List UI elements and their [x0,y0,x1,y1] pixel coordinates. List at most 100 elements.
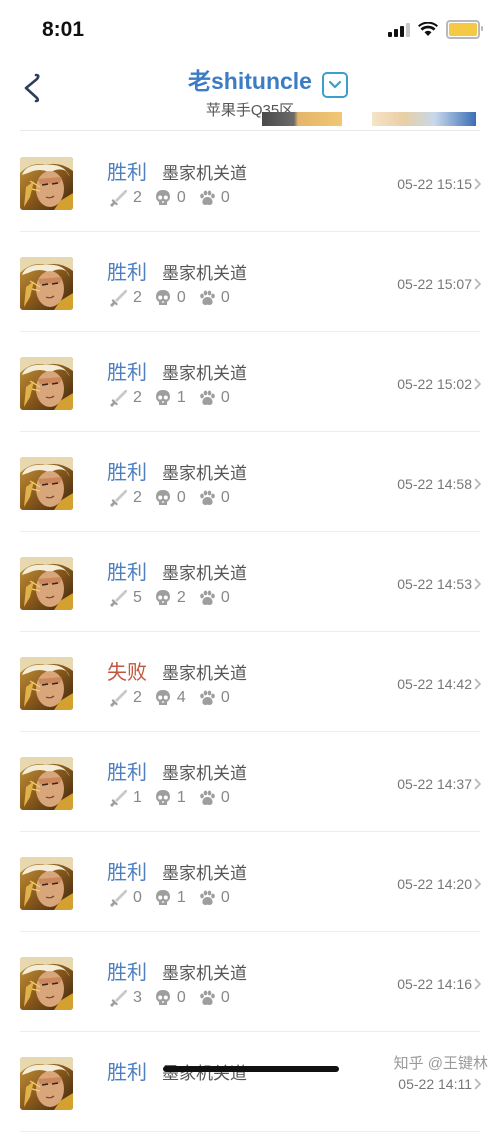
sword-icon [110,390,127,407]
scrolled-content-peek [0,112,500,130]
kda-stats: 5 2 0 [108,588,242,608]
match-row[interactable]: 胜利 墨家机关道 05-22 14:11 [0,1032,500,1132]
match-row[interactable]: 胜利 墨家机关道 2 1 0 05-22 15:02 [0,332,500,432]
match-time: 05-22 14:42 [397,676,472,692]
skull-icon [155,290,170,305]
deaths-stat: 1 [154,789,186,807]
match-row[interactable]: 失败 墨家机关道 2 4 0 05-22 14:42 [0,632,500,732]
paw-icon [200,190,215,205]
hero-avatar [20,357,73,410]
match-row[interactable]: 胜利 墨家机关道 2 0 0 05-22 14:58 [0,432,500,532]
match-result: 胜利 [107,762,147,784]
sword-icon [110,990,127,1007]
game-mode: 墨家机关道 [162,764,247,783]
banner-image-2 [372,112,476,126]
sword-icon [110,790,127,807]
sword-icon [110,490,127,507]
hero-avatar [20,957,73,1010]
status-icons [388,20,483,39]
assists-stat: 0 [198,789,230,807]
assists-value: 0 [220,689,230,706]
deaths-value: 2 [176,589,186,606]
deaths-value: 1 [176,889,186,906]
chevron-right-icon [474,378,482,390]
game-mode: 墨家机关道 [162,664,247,683]
assists-value: 0 [220,389,230,406]
match-time: 05-22 15:07 [397,276,472,292]
skull-icon [155,890,170,905]
sword-icon [110,290,127,307]
deaths-stat: 0 [154,989,186,1007]
kda-stats: 2 1 0 [108,388,242,408]
match-time: 05-22 15:15 [397,176,472,192]
match-time: 05-22 15:02 [397,376,472,392]
kills-stat: 5 [108,588,142,608]
paw-icon [200,490,215,505]
kills-stat: 2 [108,288,142,308]
paw-icon [200,990,215,1005]
match-row[interactable]: 胜利 墨家机关道 5 2 0 05-22 14:53 [0,532,500,632]
page-title: 老shituncle [188,68,312,94]
skull-icon [155,790,170,805]
assists-stat: 0 [198,889,230,907]
chevron-right-icon [474,978,482,990]
match-row[interactable]: 胜利 墨家机关道 0 1 0 05-22 14:20 [0,832,500,932]
kda-stats: 0 1 0 [108,888,242,908]
kda-stats: 2 4 0 [108,688,242,708]
game-mode: 墨家机关道 [162,464,247,483]
kda-stats: 2 0 0 [108,188,242,208]
deaths-value: 0 [176,989,186,1006]
match-row[interactable]: 胜利 墨家机关道 2 0 0 05-22 15:15 [0,132,500,232]
banner-image [262,112,342,126]
assists-stat: 0 [198,489,230,507]
paw-icon [200,690,215,705]
assists-value: 0 [220,989,230,1006]
assists-stat: 0 [198,389,230,407]
hero-avatar [20,557,73,610]
hero-avatar [20,257,73,310]
paw-icon [200,790,215,805]
kills-value: 2 [133,189,142,206]
chevron-right-icon [474,478,482,490]
deaths-stat: 0 [154,289,186,307]
deaths-value: 0 [176,289,186,306]
match-row[interactable]: 胜利 墨家机关道 1 1 0 05-22 14:37 [0,732,500,832]
paw-icon [200,290,215,305]
match-result: 胜利 [107,962,147,984]
deaths-stat: 4 [154,689,186,707]
wifi-icon [418,22,438,36]
chevron-right-icon [474,1078,482,1090]
game-mode: 墨家机关道 [162,964,247,983]
kills-stat: 1 [108,788,142,808]
kills-value: 2 [133,289,142,306]
kills-value: 2 [133,389,142,406]
kills-stat: 2 [108,488,142,508]
kills-value: 2 [133,689,142,706]
assists-stat: 0 [198,289,230,307]
account-dropdown-button[interactable] [322,72,348,98]
assists-value: 0 [220,789,230,806]
assists-stat: 0 [198,689,230,707]
hero-avatar [20,457,73,510]
skull-icon [155,190,170,205]
header: 老shituncle 苹果手Q35区 [0,56,500,119]
assists-stat: 0 [198,189,230,207]
deaths-value: 1 [176,389,186,406]
deaths-value: 1 [176,789,186,806]
deaths-stat: 2 [154,589,186,607]
match-time: 05-22 14:53 [397,576,472,592]
kills-stat: 2 [108,388,142,408]
match-row[interactable]: 胜利 墨家机关道 3 0 0 05-22 14:16 [0,932,500,1032]
kills-value: 1 [133,789,142,806]
paw-icon [200,890,215,905]
chevron-right-icon [474,778,482,790]
chevron-right-icon [474,678,482,690]
assists-value: 0 [220,889,230,906]
chevron-right-icon [474,278,482,290]
game-mode: 墨家机关道 [162,264,247,283]
match-row[interactable]: 胜利 墨家机关道 2 0 0 05-22 15:07 [0,232,500,332]
game-mode: 墨家机关道 [162,864,247,883]
deaths-stat: 1 [154,889,186,907]
kills-stat: 2 [108,188,142,208]
deaths-value: 0 [176,189,186,206]
